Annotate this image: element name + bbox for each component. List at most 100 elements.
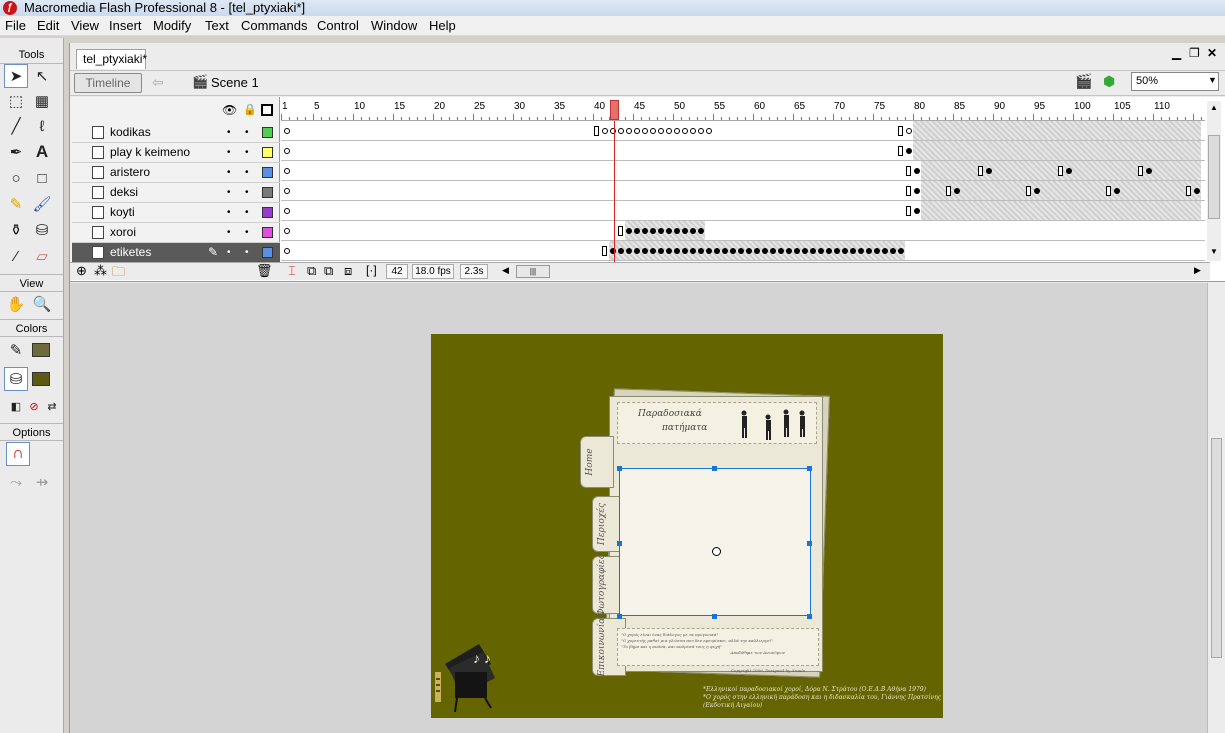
keyframe[interactable]: [770, 248, 776, 254]
edit-symbols-icon[interactable]: ⬢: [1103, 73, 1115, 90]
keyframe[interactable]: [754, 248, 760, 254]
keyframe[interactable]: [682, 228, 688, 234]
frame-span[interactable]: [921, 201, 1201, 220]
paint-bucket-tool-icon[interactable]: ⛁: [30, 218, 54, 242]
snap-to-objects-icon[interactable]: ∩: [6, 442, 30, 466]
keyframe[interactable]: [666, 128, 672, 134]
transform-handle-tr[interactable]: [807, 466, 812, 471]
keyframe[interactable]: [618, 248, 624, 254]
edit-multiple-frames-icon[interactable]: ⧈: [344, 263, 352, 279]
rectangle-tool-icon[interactable]: □: [30, 166, 54, 190]
timeline-button[interactable]: Timeline: [74, 73, 142, 93]
transform-handle-tl[interactable]: [617, 466, 622, 471]
straighten-icon[interactable]: ⇸: [30, 470, 54, 494]
menu-text[interactable]: Text: [205, 17, 229, 35]
frame-row[interactable]: [281, 161, 1205, 181]
lock-dot[interactable]: •: [245, 163, 249, 182]
stroke-color-swatch[interactable]: [32, 343, 50, 357]
frame-span[interactable]: [913, 141, 1201, 160]
layer-row-deksi[interactable]: deksi • •: [72, 183, 280, 203]
end-frame[interactable]: [946, 186, 951, 196]
keyframe[interactable]: [674, 128, 680, 134]
keyframe[interactable]: [650, 228, 656, 234]
smooth-icon[interactable]: ⤳: [4, 470, 28, 494]
keyframe[interactable]: [1066, 168, 1072, 174]
subselection-tool-icon[interactable]: ↖: [30, 64, 54, 88]
menu-view[interactable]: View: [71, 17, 99, 35]
keyframe[interactable]: [698, 248, 704, 254]
end-frame[interactable]: [906, 166, 911, 176]
keyframe[interactable]: [666, 228, 672, 234]
menu-commands[interactable]: Commands: [241, 17, 307, 35]
frame-row[interactable]: [281, 181, 1205, 201]
keyframe[interactable]: [682, 128, 688, 134]
end-frame[interactable]: [1106, 186, 1111, 196]
end-frame[interactable]: [898, 126, 903, 136]
keyframe[interactable]: [642, 228, 648, 234]
keyframe[interactable]: [284, 228, 290, 234]
keyframe[interactable]: [706, 128, 712, 134]
menu-window[interactable]: Window: [371, 17, 417, 35]
frame-rate[interactable]: 18.0 fps: [412, 264, 454, 279]
visibility-dot[interactable]: •: [227, 183, 231, 202]
lock-dot[interactable]: •: [245, 123, 249, 142]
restore-icon[interactable]: ❐: [1189, 46, 1200, 60]
eraser-tool-icon[interactable]: ▱: [30, 244, 54, 268]
keyframe[interactable]: [714, 248, 720, 254]
menu-insert[interactable]: Insert: [109, 17, 142, 35]
keyframe[interactable]: [850, 248, 856, 254]
eyedropper-tool-icon[interactable]: ⁄: [4, 244, 28, 268]
end-frame[interactable]: [618, 226, 623, 236]
keyframe[interactable]: [682, 248, 688, 254]
edit-scene-icon[interactable]: 🎬: [1075, 73, 1092, 90]
end-frame[interactable]: [1186, 186, 1191, 196]
keyframe[interactable]: [778, 248, 784, 254]
keyframe[interactable]: [610, 128, 616, 134]
zoom-select[interactable]: 50% ▼: [1131, 72, 1219, 91]
keyframe[interactable]: [284, 208, 290, 214]
keyframe[interactable]: [650, 248, 656, 254]
back-arrow-icon[interactable]: ⇦: [152, 74, 164, 91]
end-frame[interactable]: [1058, 166, 1063, 176]
onion-skin-icon[interactable]: ⧉: [307, 263, 316, 279]
keyframe[interactable]: [866, 248, 872, 254]
layer-row-etiketes[interactable]: etiketes • • ✎: [72, 243, 280, 263]
frame-span[interactable]: [913, 121, 1201, 140]
keyframe[interactable]: [690, 248, 696, 254]
transform-handle-l[interactable]: [617, 541, 622, 546]
keyframe[interactable]: [874, 248, 880, 254]
layer-outline-color[interactable]: [262, 227, 273, 238]
keyframe[interactable]: [674, 228, 680, 234]
keyframe[interactable]: [914, 188, 920, 194]
keyframe[interactable]: [818, 248, 824, 254]
keyframe[interactable]: [284, 248, 290, 254]
layer-outline-color[interactable]: [262, 127, 273, 138]
visibility-dot[interactable]: •: [227, 123, 231, 142]
keyframe[interactable]: [690, 228, 696, 234]
visibility-dot[interactable]: •: [227, 163, 231, 182]
visibility-dot[interactable]: •: [227, 223, 231, 242]
visibility-dot[interactable]: •: [227, 143, 231, 162]
end-frame[interactable]: [1138, 166, 1143, 176]
lock-dot[interactable]: •: [245, 223, 249, 242]
zoom-tool-icon[interactable]: 🔍: [30, 292, 54, 316]
layer-row-xoroi[interactable]: xoroi • •: [72, 223, 280, 243]
keyframe[interactable]: [738, 248, 744, 254]
layer-outline-color[interactable]: [262, 187, 273, 198]
keyframe[interactable]: [642, 248, 648, 254]
menu-modify[interactable]: Modify: [153, 17, 191, 35]
keyframe[interactable]: [906, 148, 912, 154]
end-frame[interactable]: [906, 206, 911, 216]
text-tool-icon[interactable]: A: [30, 140, 54, 164]
end-frame[interactable]: [978, 166, 983, 176]
keyframe[interactable]: [658, 228, 664, 234]
keyframe[interactable]: [1034, 188, 1040, 194]
end-frame[interactable]: [602, 246, 607, 256]
layer-row-koyti[interactable]: koyti • •: [72, 203, 280, 223]
pen-tool-icon[interactable]: ✒: [4, 140, 28, 164]
timeline-vscroll[interactable]: ▲ ▼: [1207, 101, 1221, 261]
end-frame[interactable]: [1026, 186, 1031, 196]
keyframe[interactable]: [666, 248, 672, 254]
keyframe[interactable]: [658, 248, 664, 254]
transform-handle-b[interactable]: [712, 614, 717, 619]
